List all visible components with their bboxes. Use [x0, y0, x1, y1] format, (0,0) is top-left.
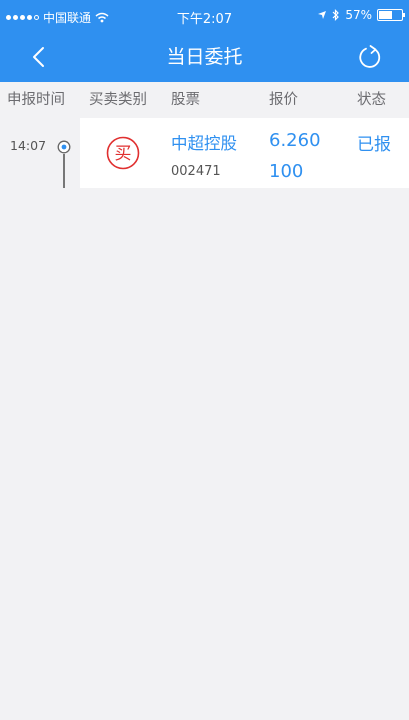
column-type: 买卖类别	[89, 92, 147, 108]
order-quantity: 100	[269, 161, 304, 182]
order-status: 已报	[357, 135, 391, 155]
location-icon	[318, 11, 327, 19]
column-stock: 股票	[171, 92, 200, 108]
battery-icon	[377, 9, 405, 21]
buy-badge-icon: 买	[106, 136, 140, 170]
top-bar: 中国联通 下午2:07 57% 当日委托	[0, 0, 409, 82]
status-right: 57%	[317, 8, 405, 22]
column-time: 申报时间	[7, 92, 65, 108]
column-status: 状态	[357, 92, 386, 108]
column-header: 申报时间 买卖类别 股票 报价 状态	[0, 82, 409, 116]
refresh-icon	[359, 45, 381, 68]
navigation-bar: 当日委托	[0, 32, 409, 82]
page-title: 当日委托	[166, 46, 243, 68]
battery-fill	[379, 11, 392, 19]
bluetooth-icon	[332, 9, 340, 21]
timeline-dot-icon	[57, 140, 71, 154]
column-price: 报价	[269, 92, 298, 108]
refresh-button[interactable]	[353, 40, 387, 74]
status-bar: 中国联通 下午2:07 57%	[0, 0, 409, 32]
battery-percent: 57%	[345, 8, 372, 22]
timeline-line	[63, 154, 65, 188]
order-row[interactable]: 14:07 买 中超控股 002471 6.260 100 已报	[0, 118, 409, 190]
stock-code: 002471	[171, 164, 221, 179]
order-price: 6.260	[269, 130, 321, 151]
stock-name: 中超控股	[171, 134, 237, 153]
buy-badge-label: 买	[115, 144, 132, 164]
order-time: 14:07	[10, 138, 47, 153]
